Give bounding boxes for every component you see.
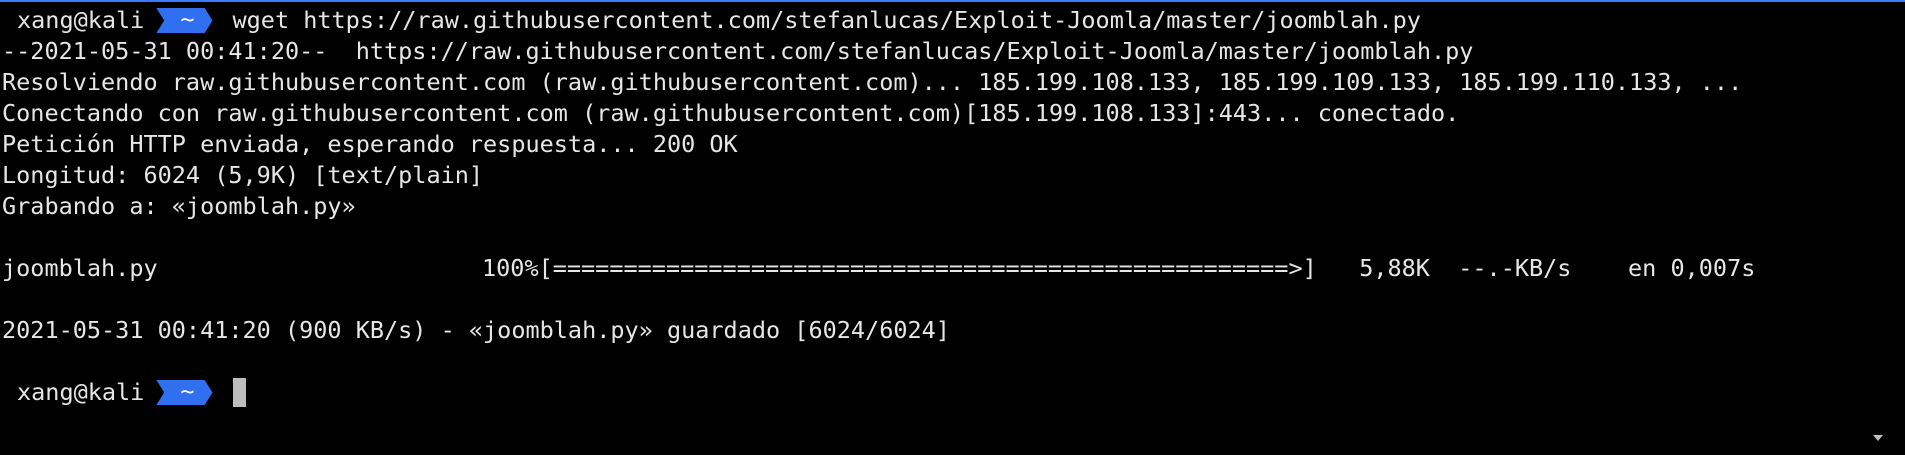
- progress-size: 5,88K: [1359, 254, 1430, 282]
- download-progress-line: joomblah.py 100%[========================…: [0, 253, 1905, 284]
- prompt-directory: ~: [180, 5, 195, 33]
- output-line: Petición HTTP enviada, esperando respues…: [2, 130, 738, 158]
- prompt: xang@kali ~: [2, 5, 233, 36]
- prompt-user-host: xang@kali: [17, 378, 145, 406]
- output-line: Conectando con raw.githubusercontent.com…: [2, 99, 1460, 127]
- progress-time: en 0,007s: [1628, 254, 1756, 282]
- command-line: xang@kali ~ wget https://raw.githubusercon…: [0, 5, 1905, 36]
- output-line: Longitud: 6024 (5,9K) [text/plain]: [2, 161, 484, 189]
- terminal-window[interactable]: xang@kali ~ wget https://raw.githubusercon…: [0, 0, 1905, 455]
- progress-filename: joomblah.py: [2, 254, 158, 282]
- window-top-border: [0, 0, 1905, 2]
- scroll-down-icon[interactable]: [1873, 435, 1883, 441]
- prompt-directory: ~: [180, 377, 195, 405]
- prompt: xang@kali ~: [2, 377, 233, 408]
- saved-line: 2021-05-31 00:41:20 (900 KB/s) - «joombl…: [2, 316, 950, 344]
- output-line: Grabando a: «joomblah.py»: [2, 192, 356, 220]
- text-cursor: [232, 378, 246, 407]
- current-prompt-line[interactable]: xang@kali ~: [0, 377, 1905, 408]
- output-line: Resolviendo raw.githubusercontent.com (r…: [2, 68, 1743, 96]
- progress-stats: 100%[===================================…: [482, 253, 1755, 284]
- progress-speed: --.-KB/s: [1458, 254, 1572, 282]
- command-text: wget https://raw.githubusercontent.com/s…: [232, 6, 1421, 34]
- prompt-user-host: xang@kali: [17, 6, 145, 34]
- output-line: --2021-05-31 00:41:20-- https://raw.gith…: [2, 37, 1474, 65]
- progress-percent: 100%: [482, 254, 539, 282]
- prompt-directory-segment: ~: [156, 377, 213, 405]
- progress-bar: [=======================================…: [538, 254, 1317, 282]
- prompt-directory-segment: ~: [156, 5, 213, 33]
